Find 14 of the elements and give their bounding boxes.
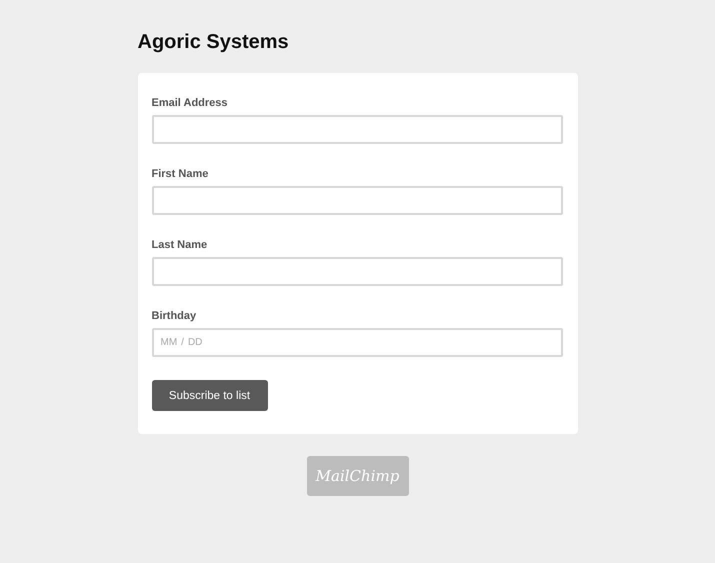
input-field[interactable]: [152, 186, 562, 215]
date-placeholder: MM: [160, 337, 178, 348]
date-placeholder: DD: [188, 337, 202, 348]
field-label: Birthday: [152, 309, 196, 323]
date-separator: /: [181, 337, 184, 348]
date-field[interactable]: MM / DD: [152, 328, 562, 357]
subscribe-button[interactable]: Subscribe to list: [152, 380, 268, 411]
input-field[interactable]: [152, 257, 562, 286]
input-field[interactable]: [152, 115, 562, 144]
field-label: First Name: [152, 167, 208, 181]
field-label: Email Address: [152, 96, 228, 110]
mailchimp-badge[interactable]: MailChimp: [306, 456, 408, 496]
field-label: Last Name: [152, 238, 208, 252]
form-title: Agoric Systems: [138, 30, 290, 55]
